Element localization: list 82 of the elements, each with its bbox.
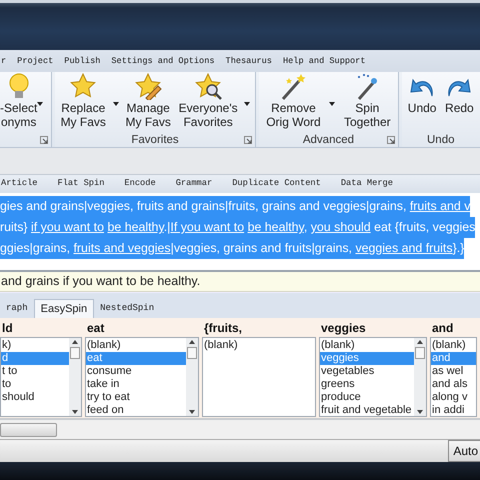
list-item[interactable]: k)	[1, 339, 69, 352]
caret-icon[interactable]	[244, 102, 250, 106]
tab[interactable]: NestedSpin	[94, 299, 160, 318]
vertical-scrollbar[interactable]	[186, 338, 198, 416]
tab[interactable]: Grammar	[176, 177, 212, 191]
caret-icon[interactable]	[329, 102, 336, 106]
menu-item[interactable]: Thesaurus	[226, 54, 272, 68]
ribbon-button[interactable]: Spin Together	[342, 72, 392, 132]
list-item[interactable]: try to eat	[86, 391, 186, 404]
list-item[interactable]: (blank)	[203, 339, 315, 352]
menu-item[interactable]: Help and Support	[282, 54, 366, 68]
tab[interactable]: Data Merge	[340, 177, 393, 191]
synonym-list[interactable]: (blank) eat consume take in try to eat feed on	[85, 337, 199, 417]
column-heading: ld	[1, 320, 14, 337]
caret-icon[interactable]	[37, 102, 44, 106]
scroll-down-icon[interactable]	[417, 410, 423, 414]
group-label: Advanced	[302, 133, 354, 147]
ribbon-button[interactable]: Manage My Favs	[124, 72, 172, 132]
list-item[interactable]: fruit and vegetable	[320, 404, 414, 417]
star-pencil-icon	[134, 72, 162, 100]
ribbon-button[interactable]: Undo	[406, 72, 438, 132]
list-item[interactable]: vegetables	[320, 365, 414, 378]
scroll-down-icon[interactable]	[189, 410, 195, 414]
star-icon	[69, 72, 98, 100]
list-item[interactable]: along v	[431, 391, 476, 404]
tab[interactable]: Encode	[124, 177, 156, 191]
group-label: Undo	[427, 133, 454, 147]
list-item[interactable]: in addi	[431, 404, 476, 417]
scroll-up-icon[interactable]	[417, 340, 423, 344]
list-item[interactable]: t to	[1, 365, 69, 378]
auto-button[interactable]: Auto	[448, 440, 480, 462]
scroll-up-icon[interactable]	[72, 340, 78, 344]
scrollbar-thumb[interactable]	[187, 347, 197, 359]
scroll-down-icon[interactable]	[72, 410, 78, 414]
list-item[interactable]: to	[1, 378, 69, 391]
synonym-list[interactable]: (blank) and as wel and als along v in addi	[430, 337, 477, 417]
menu-item[interactable]: Settings and Options	[111, 54, 215, 68]
list-item[interactable]: (blank)	[86, 339, 186, 352]
group-label: Favorites	[131, 133, 179, 147]
list-item[interactable]: and als	[431, 378, 476, 391]
tab[interactable]: raph	[0, 299, 34, 318]
list-item[interactable]: feed on	[86, 404, 186, 417]
ribbon-button[interactable]: Replace My Favs	[60, 72, 107, 132]
star-magnifier-icon	[194, 72, 222, 100]
menu-item[interactable]: Project	[17, 54, 54, 68]
list-item[interactable]: produce	[320, 391, 414, 404]
caret-icon[interactable]	[112, 102, 119, 106]
scrollbar-thumb[interactable]	[70, 347, 80, 359]
vertical-scrollbar[interactable]	[69, 338, 81, 416]
list-item[interactable]: greens	[320, 378, 414, 391]
synonym-list[interactable]: (blank) veggies vegetables greens produce fruit and vegetable	[319, 337, 427, 417]
scrollbar-thumb[interactable]	[415, 347, 425, 359]
list-item[interactable]: take in	[86, 378, 186, 391]
ribbon-button[interactable]: Everyone's Favorites	[178, 72, 239, 132]
list-item[interactable]: should	[1, 391, 69, 404]
ribbon-button[interactable]: Remove Orig Word	[265, 72, 322, 132]
dialog-launcher-icon[interactable]	[40, 136, 48, 144]
list-item[interactable]: as wel	[431, 365, 476, 378]
scrollbar-thumb[interactable]	[0, 422, 57, 436]
synonym-list[interactable]: (blank)	[202, 337, 316, 417]
column-heading: {fruits,	[203, 320, 244, 337]
list-item[interactable]: consume	[86, 365, 186, 378]
ribbon-button[interactable]: Redo	[444, 72, 475, 132]
column-heading: and	[431, 320, 454, 337]
scroll-up-icon[interactable]	[189, 340, 195, 344]
column-heading: eat	[86, 320, 106, 337]
dialog-launcher-icon[interactable]	[244, 136, 252, 144]
menu-item[interactable]: Publish	[64, 54, 100, 68]
synonym-list[interactable]: k) d t to to should	[0, 337, 82, 417]
vertical-scrollbar[interactable]	[414, 338, 426, 416]
list-item[interactable]: (blank)	[320, 339, 414, 352]
horizontal-scrollbar[interactable]	[0, 420, 480, 440]
tab[interactable]: Article	[1, 177, 38, 191]
dialog-launcher-icon[interactable]	[386, 136, 394, 144]
column-heading: veggies	[320, 320, 367, 337]
list-item[interactable]: (blank)	[431, 339, 476, 352]
magic-wand-icon	[279, 72, 308, 100]
tab[interactable]: EasySpin	[34, 299, 94, 318]
tab[interactable]: Flat Spin	[58, 177, 104, 191]
preview-text: and grains if you want to be healthy.	[0, 272, 480, 292]
menu-item[interactable]: r	[1, 54, 6, 68]
tab[interactable]: Duplicate Content	[232, 177, 321, 191]
